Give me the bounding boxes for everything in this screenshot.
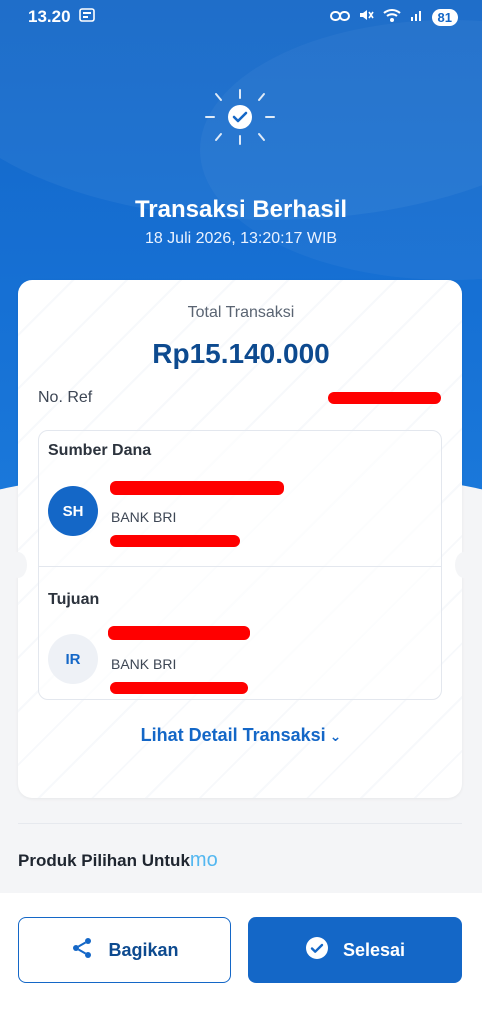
promo-heading-text: Produk Pilihan Untuk (18, 851, 190, 870)
share-button-label: Bagikan (108, 939, 179, 960)
notification-icon (78, 7, 95, 27)
source-avatar: SH (48, 486, 98, 536)
check-circle-icon (305, 936, 329, 965)
divider (38, 566, 442, 567)
destination-section-label: Tujuan (48, 591, 100, 608)
page-title: Transaksi Berhasil (134, 196, 348, 223)
source-section-label: Sumber Dana (48, 442, 152, 459)
redacted-destination-name (108, 626, 250, 640)
done-button-label: Selesai (342, 939, 406, 960)
mute-icon (358, 7, 374, 28)
total-label: Total Transaksi (187, 304, 295, 321)
status-time: 13.20 (28, 7, 71, 26)
fund-details-box (38, 430, 442, 700)
done-button[interactable]: Selesai (248, 917, 462, 983)
share-button[interactable]: Bagikan (18, 917, 231, 983)
chevron-down-icon: ⌄ (329, 728, 342, 744)
detail-link-label: Lihat Detail Transaksi (140, 725, 326, 745)
link-icon (329, 7, 350, 27)
status-bar: 13.20 81 (0, 0, 482, 34)
redacted-destination-account (110, 682, 248, 694)
wifi-icon (382, 7, 402, 28)
success-check-icon (205, 89, 275, 145)
battery-indicator: 81 (431, 8, 458, 26)
total-amount: Rp15.140.000 (152, 338, 330, 369)
share-icon (70, 936, 94, 965)
view-transaction-detail-link[interactable]: Lihat Detail Transaksi ⌄ (0, 725, 482, 746)
transaction-datetime: 18 Juli 2026, 13:20:17 WIB (144, 230, 338, 247)
ref-label: No. Ref (38, 389, 93, 406)
redacted-source-name (110, 481, 284, 495)
card-notch (455, 552, 473, 578)
divider (18, 823, 462, 824)
redacted-ref-number (328, 392, 441, 404)
card-notch (9, 552, 27, 578)
destination-avatar: IR (48, 634, 98, 684)
redacted-source-account (110, 535, 240, 547)
signal-icon (410, 7, 424, 27)
destination-bank: BANK BRI (111, 656, 177, 672)
promo-heading: Produk Pilihan Untukmo (18, 849, 218, 872)
source-bank: BANK BRI (111, 509, 177, 525)
brand-logo-mo: mo (189, 849, 218, 871)
